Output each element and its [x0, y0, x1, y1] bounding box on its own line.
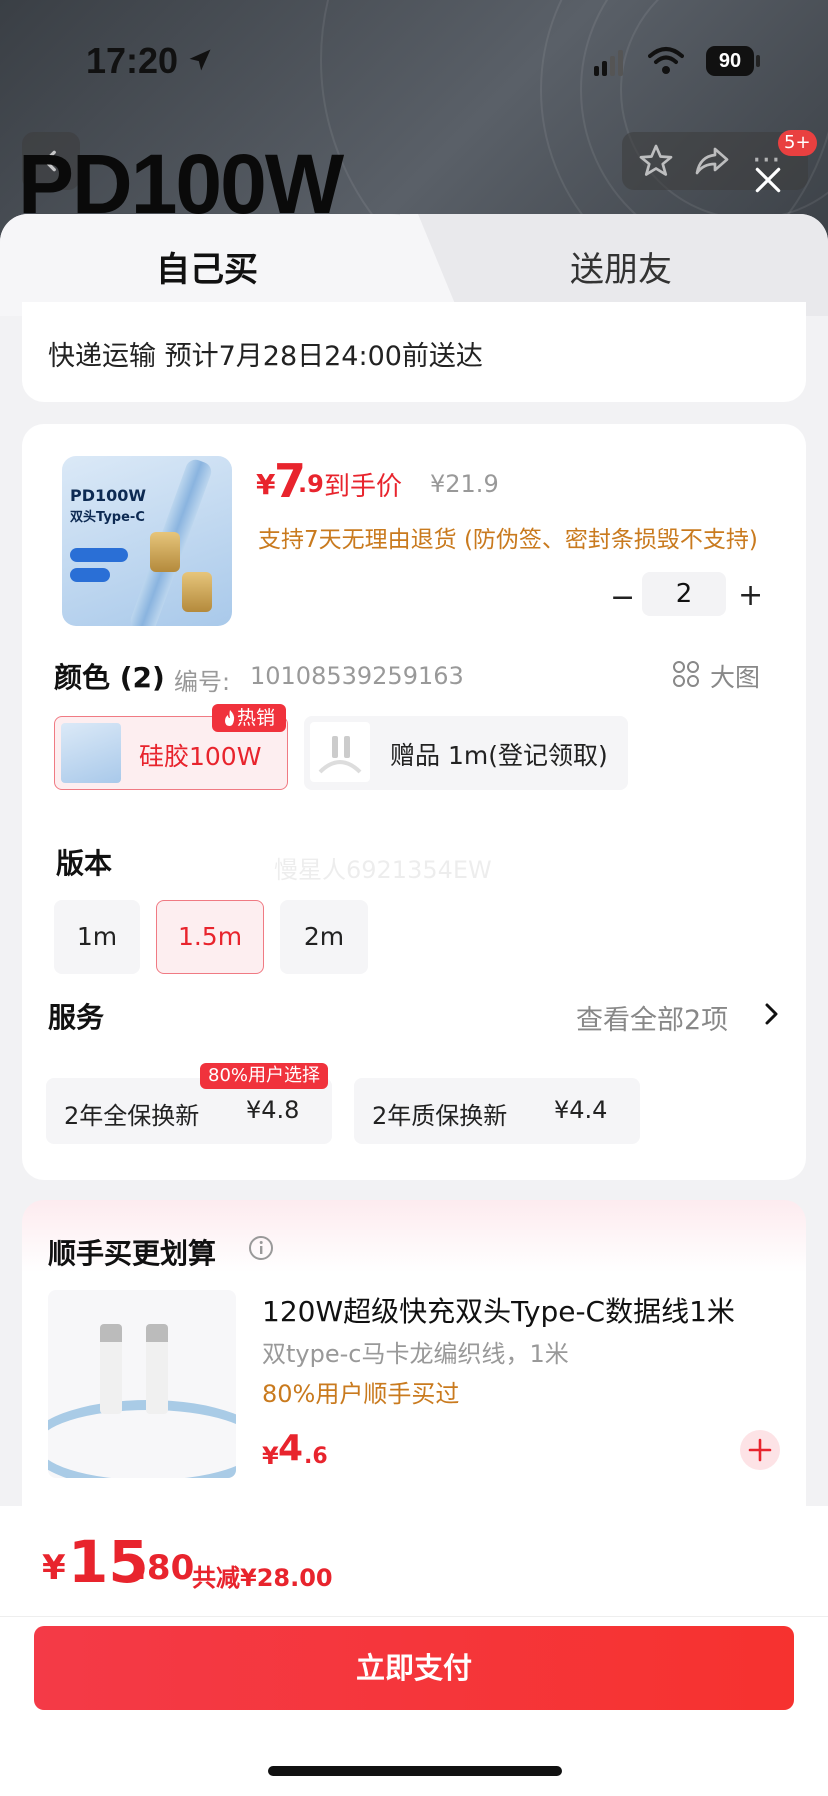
battery-indicator: 90 [706, 46, 754, 76]
info-icon[interactable] [248, 1235, 274, 1261]
product-image-subtitle: 双头Type-C [70, 510, 145, 525]
option-thumbnail [310, 722, 370, 782]
star-icon[interactable] [638, 143, 674, 179]
addon-add-button[interactable] [740, 1430, 780, 1470]
hot-sale-text: 热销 [236, 707, 275, 729]
quantity-input[interactable]: 2 [642, 572, 726, 616]
hot-sale-badge: 热销 [212, 704, 286, 732]
sku-value: 10108539259163 [250, 662, 464, 690]
pay-now-button[interactable]: 立即支付 [34, 1626, 794, 1710]
service-price: ¥4.8 [246, 1096, 300, 1124]
version-option-1-5m[interactable]: 1.5m [156, 900, 264, 974]
wifi-icon [648, 47, 684, 74]
service-name: 2年质保换新 [372, 1102, 508, 1130]
addon-purchase-tip: 80%用户顺手买过 [262, 1380, 460, 1408]
addon-title: 顺手买更划算 [48, 1237, 217, 1270]
signal-icon [594, 50, 623, 76]
total-currency: ¥ [42, 1548, 66, 1588]
option-thumbnail [61, 723, 121, 783]
total-saving: 共减¥28.00 [192, 1564, 333, 1592]
notification-badge: 5+ [778, 130, 817, 156]
product-image-title: PD100W [70, 486, 147, 505]
grid-icon[interactable] [672, 660, 700, 688]
addon-product-subtitle: 双type-c马卡龙编织线，1米 [262, 1340, 569, 1368]
quantity-increase-button[interactable]: + [738, 578, 763, 613]
price-decimal: .9 [298, 470, 324, 498]
service-option-quality-warranty[interactable]: 2年质保换新 ¥4.4 [354, 1078, 640, 1144]
footer-divider [0, 1616, 828, 1617]
original-price: ¥21.9 [430, 470, 499, 498]
addon-price-currency: ¥ [262, 1442, 279, 1470]
tab-bar: 自己买 送朋友 [0, 214, 828, 316]
service-name: 2年全保换新 [64, 1102, 200, 1130]
battery-tip [756, 55, 760, 67]
option-label: 赠品 1m(登记领取) [390, 741, 608, 770]
big-picture-button[interactable]: 大图 [710, 658, 760, 694]
addon-product-image[interactable] [48, 1290, 236, 1478]
location-arrow-icon [189, 49, 211, 71]
share-icon[interactable] [694, 143, 730, 179]
option-label: 硅胶100W [139, 742, 262, 771]
home-indicator [268, 1766, 562, 1776]
status-time: 17:20 [86, 40, 179, 81]
price-currency: ¥ [256, 468, 276, 501]
watermark: 慢星人6921354EW [274, 856, 492, 884]
sku-label: 编号: [174, 668, 231, 696]
version-section-label: 版本 [56, 847, 113, 880]
close-icon[interactable] [752, 164, 784, 196]
version-option-2m[interactable]: 2m [280, 900, 368, 974]
price-tag: 到手价 [324, 472, 403, 502]
fire-icon [224, 710, 235, 726]
delivery-estimate: 快递运输 预计7月28日24:00前送达 [48, 341, 483, 372]
color-section-label: 颜色 (2) [54, 661, 165, 694]
addon-product-name[interactable]: 120W超级快充双头Type-C数据线1米 [262, 1290, 774, 1330]
plus-icon [748, 1438, 772, 1462]
version-option-1m[interactable]: 1m [54, 900, 140, 974]
tab-buy-for-self[interactable]: 自己买 [156, 242, 258, 291]
service-popular-badge: 80%用户选择 [200, 1063, 329, 1089]
view-all-services-link[interactable]: 查看全部2项 [576, 998, 728, 1037]
tab-active-curve [400, 214, 460, 316]
addon-price-integer: 4 [278, 1428, 304, 1469]
addon-price-decimal: .6 [304, 1444, 328, 1469]
tab-gift-to-friend[interactable]: 送朋友 [570, 242, 672, 291]
quantity-decrease-button[interactable]: − [610, 580, 635, 615]
service-section-label: 服务 [48, 1001, 105, 1034]
product-image[interactable]: PD100W 双头Type-C [62, 456, 232, 626]
return-policy: 支持7天无理由退货 (防伪签、密封条损毁不支持) [258, 527, 758, 553]
color-option-gift[interactable]: 赠品 1m(登记领取) [304, 716, 628, 790]
service-price: ¥4.4 [554, 1096, 608, 1124]
total-decimal: .80 [134, 1548, 195, 1588]
chevron-right-icon[interactable] [762, 1002, 782, 1026]
